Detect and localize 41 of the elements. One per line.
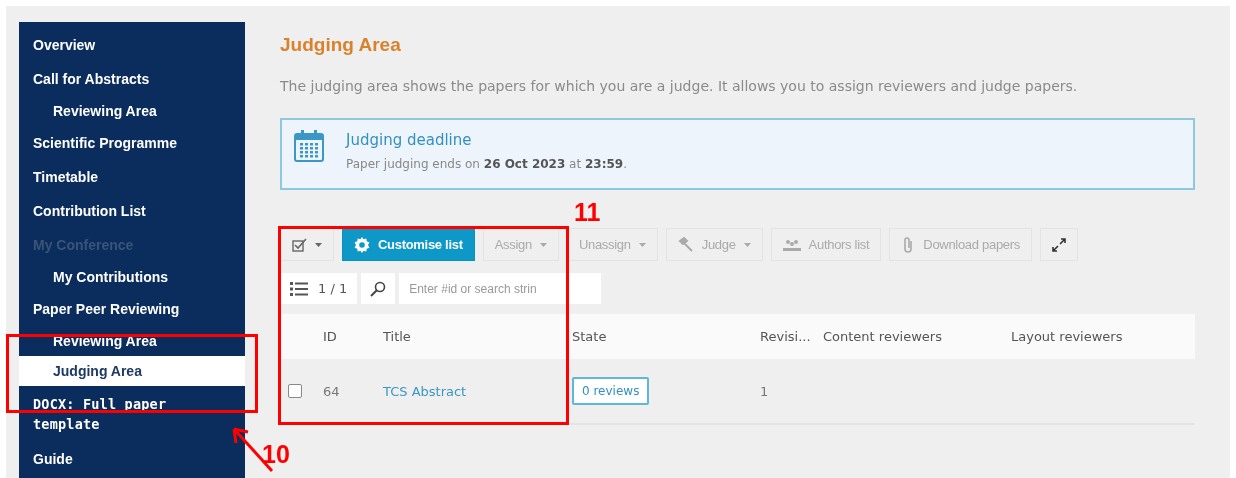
sidebar-item[interactable]: Paper Peer Reviewing <box>19 292 245 326</box>
sidebar-item[interactable]: DOCX: Full paper template <box>19 386 245 442</box>
caret-icon <box>315 242 322 247</box>
hammer-icon <box>677 236 694 253</box>
sidebar-item[interactable]: Reviewing Area <box>19 326 245 356</box>
annotation-number: 10 <box>262 440 290 469</box>
sidebar-item[interactable]: Contribution List <box>19 194 245 228</box>
annotation-number: 11 <box>574 198 601 227</box>
expand-button[interactable] <box>1040 228 1078 261</box>
deadline-text: Paper judging ends on 26 Oct 2023 at 23:59. <box>346 157 627 171</box>
column-header: Layout reviewers <box>1011 314 1195 359</box>
sidebar-item[interactable]: Overview <box>19 28 245 62</box>
sidebar-item[interactable]: Timetable <box>19 160 245 194</box>
column-header: Revisi... <box>760 314 823 359</box>
table-cell: 1 <box>760 383 769 399</box>
sidebar-item[interactable]: Reviewing Area <box>19 96 245 126</box>
column-header: Content reviewers <box>823 314 1011 359</box>
sidebar-item[interactable]: Scientific Programme <box>19 126 245 160</box>
calendar-icon <box>294 130 324 162</box>
select-dropdown[interactable] <box>280 228 334 261</box>
column-header: ID <box>323 314 383 359</box>
sidebar-item[interactable]: Judging Area <box>19 356 245 386</box>
page-description: The judging area shows the papers for which you are a judge. It allows you to assign reviewers and judge papers. <box>280 78 1079 94</box>
count-text: 1 / 1 <box>318 281 348 296</box>
search-icon <box>370 280 387 297</box>
table-cell: 64 <box>323 383 340 399</box>
state-badge: 0 reviews <box>572 377 650 405</box>
row-checkbox[interactable] <box>288 384 302 398</box>
users-icon <box>782 238 801 251</box>
column-header: Title <box>383 314 572 359</box>
checkbox-icon <box>292 237 307 252</box>
expand-icon <box>1052 237 1066 252</box>
sidebar-item[interactable]: Call for Abstracts <box>19 62 245 96</box>
list-icon <box>290 280 308 297</box>
sidebar-item[interactable]: Guide <box>19 442 245 476</box>
column-header: State <box>572 314 760 359</box>
search-field[interactable]: Enter #id or search strin <box>399 273 602 304</box>
deadline-title: Judging deadline <box>346 131 473 149</box>
search-button[interactable] <box>361 273 396 304</box>
gear-icon <box>354 236 370 253</box>
page-title: Judging Area <box>280 34 402 56</box>
